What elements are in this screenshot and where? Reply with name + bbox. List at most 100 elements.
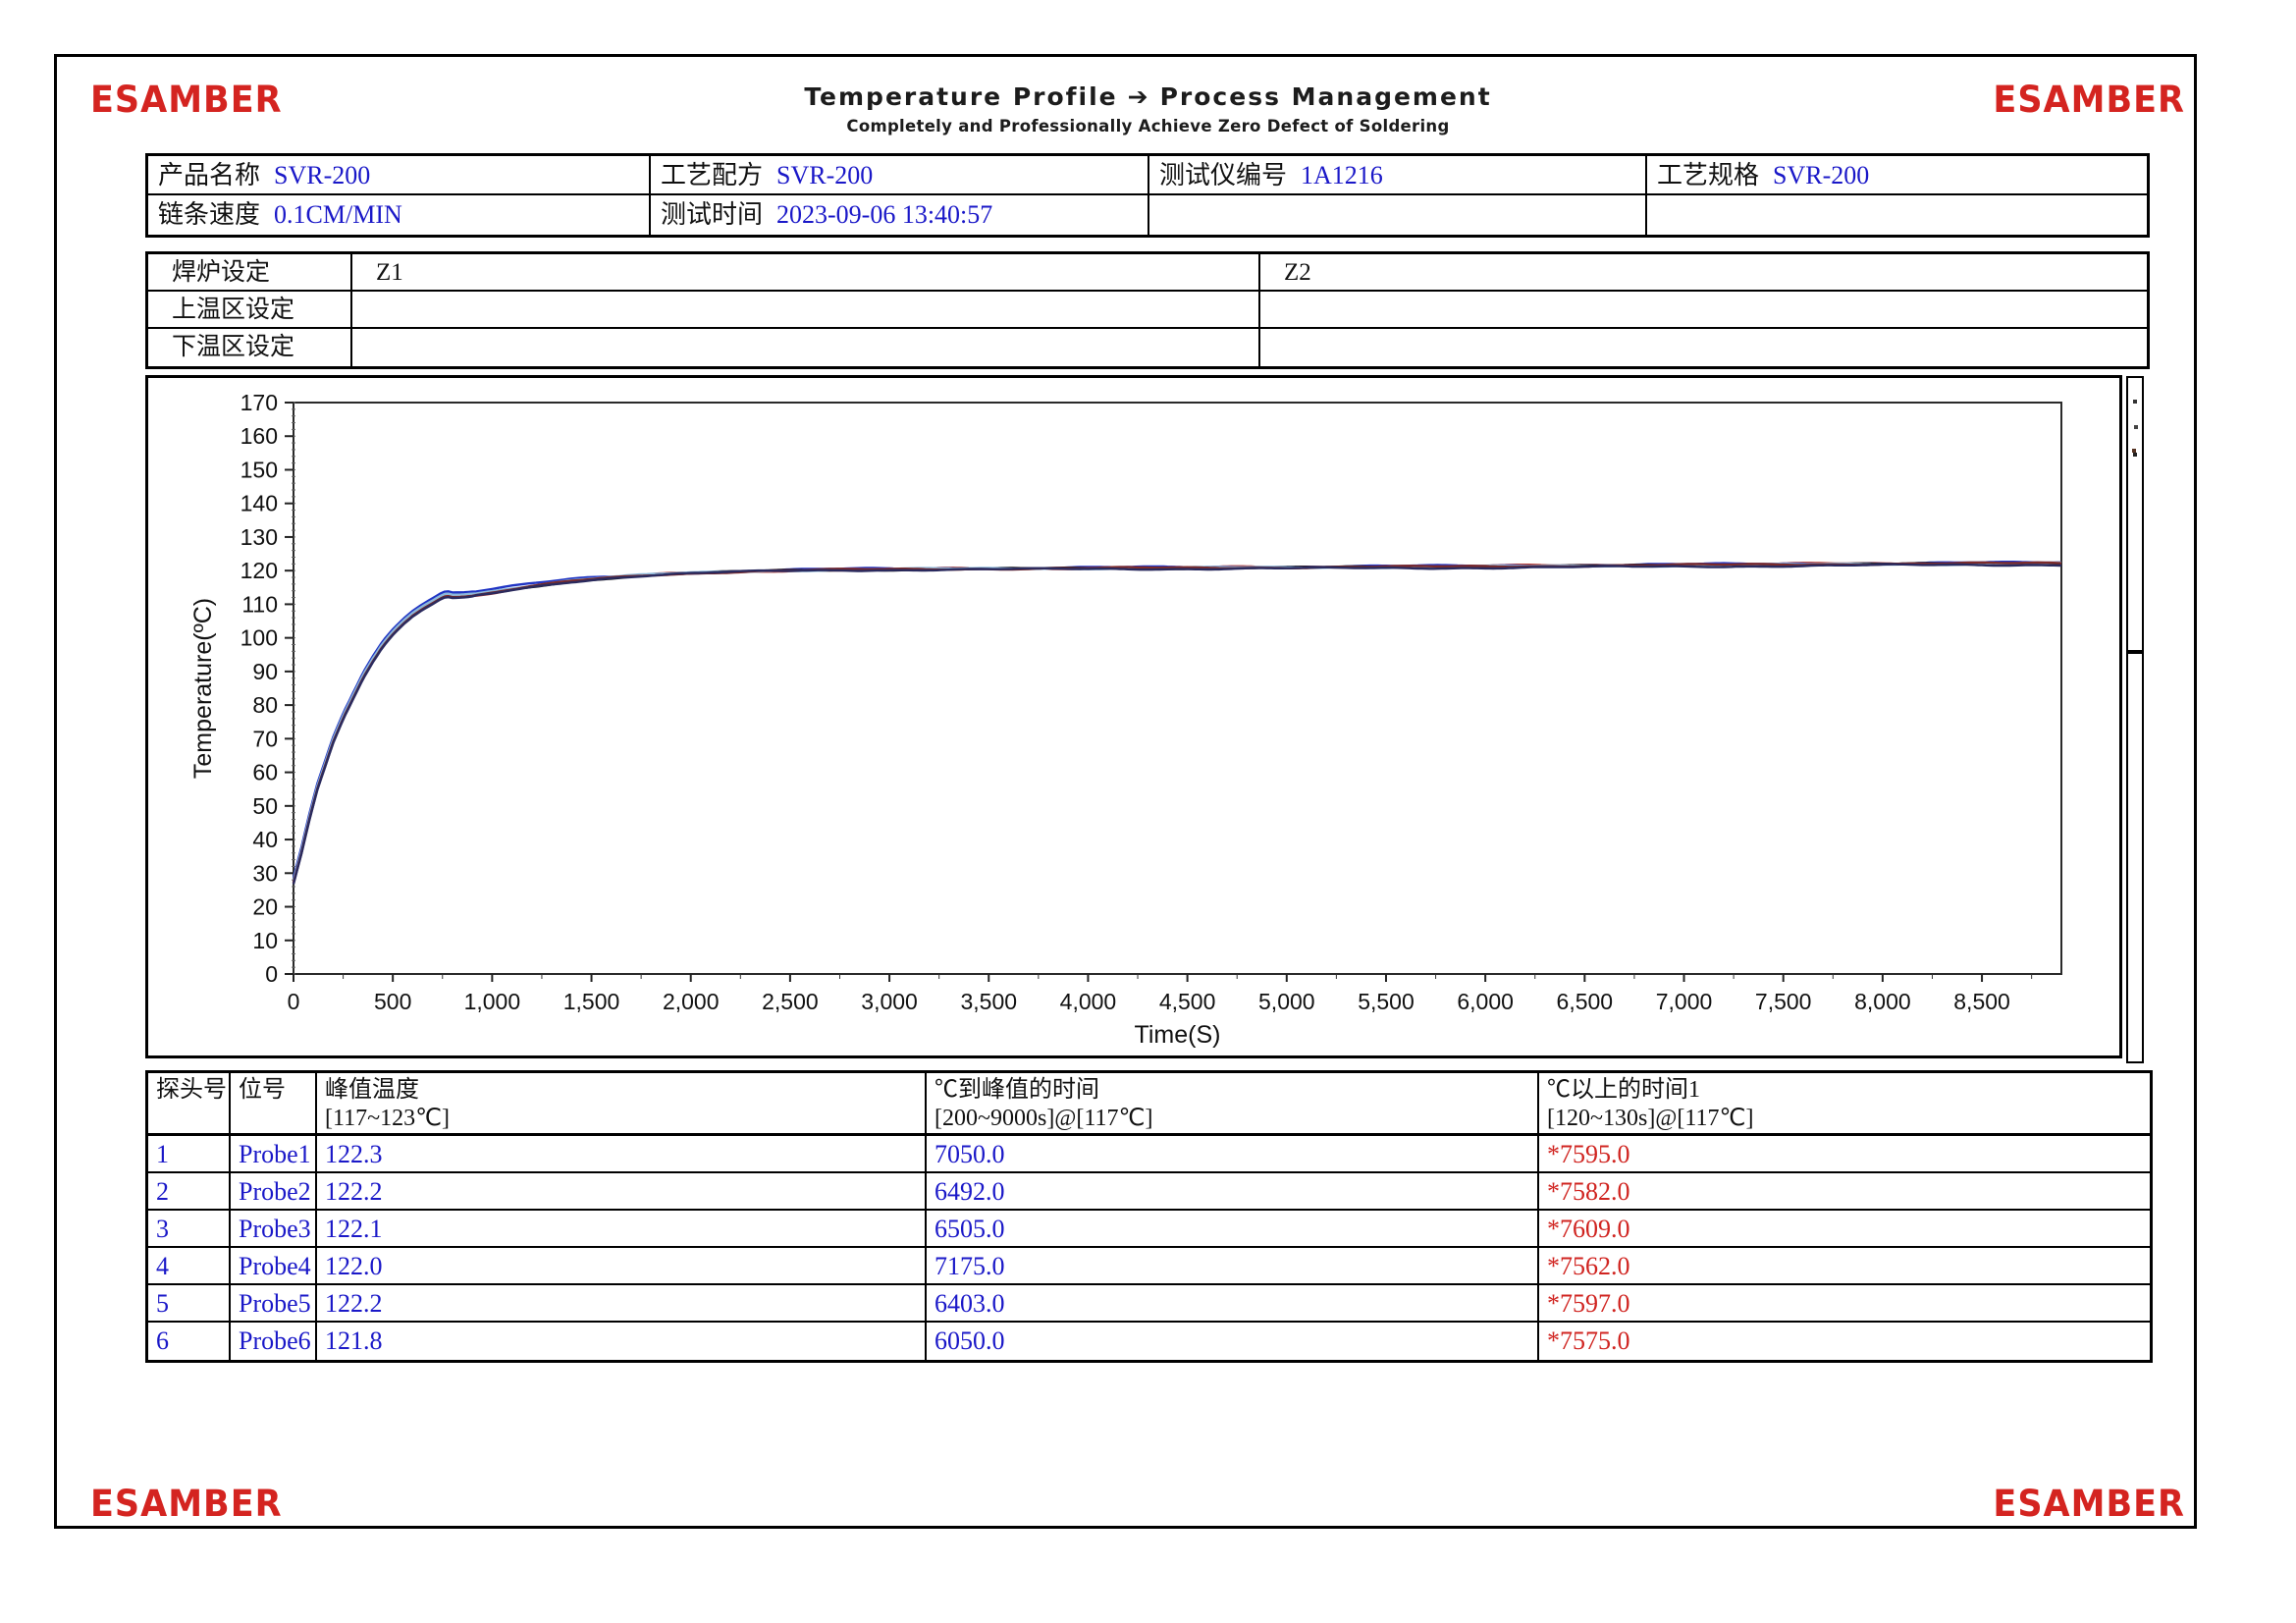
x-axis-label: Time(S) bbox=[1135, 1021, 1221, 1049]
probe-no: 2 bbox=[148, 1173, 231, 1211]
info-label: 产品名称 bbox=[158, 161, 260, 189]
probe-no: 6 bbox=[148, 1323, 231, 1360]
settings-zone-z2: Z2 bbox=[1260, 254, 2147, 292]
header-line: 位号 bbox=[239, 1076, 315, 1105]
col-header-time-above: ℃以上的时间1[120~130s]@[117℃] bbox=[1539, 1073, 2150, 1136]
settings-zone-z1: Z1 bbox=[352, 254, 1260, 292]
probe-results-table: 探头号 位号 峰值温度[117~123℃] ℃到峰值的时间[200~9000s]… bbox=[145, 1070, 2153, 1363]
settings-lower-z1-value bbox=[352, 329, 1260, 366]
settings-upper-z1-value bbox=[352, 292, 1260, 329]
brand-logo-bottom-left: ESAMBER bbox=[90, 1483, 283, 1525]
series-Probe4 bbox=[294, 563, 2061, 880]
arrow-right-icon: ➔ bbox=[1128, 82, 1150, 111]
info-label: 工艺规格 bbox=[1657, 161, 1759, 189]
info-label: 链条速度 bbox=[158, 200, 260, 229]
info-label: 测试时间 bbox=[661, 200, 763, 229]
info-cell-recipe: 工艺配方SVR-200 bbox=[651, 156, 1149, 195]
y-tick-label: 40 bbox=[252, 827, 278, 852]
y-tick-label: 130 bbox=[240, 524, 278, 550]
x-tick-label: 3,000 bbox=[861, 989, 918, 1014]
x-tick-label: 7,500 bbox=[1755, 989, 1812, 1014]
y-tick-label: 170 bbox=[240, 390, 278, 415]
peak-temp: 122.2 bbox=[317, 1173, 927, 1211]
time-above: *7575.0 bbox=[1539, 1323, 2150, 1360]
header-line: 峰值温度 bbox=[325, 1076, 925, 1105]
settings-label-upper-zone: 上温区设定 bbox=[148, 292, 352, 329]
col-header-peak-temp: 峰值温度[117~123℃] bbox=[317, 1073, 927, 1136]
header-line: [117~123℃] bbox=[325, 1105, 925, 1133]
x-tick-label: 6,000 bbox=[1457, 989, 1514, 1014]
x-tick-label: 2,000 bbox=[663, 989, 720, 1014]
probe-position: Probe4 bbox=[231, 1248, 317, 1285]
y-tick-label: 0 bbox=[265, 961, 278, 987]
series-Probe3 bbox=[294, 564, 2061, 884]
header-line: 探头号 bbox=[156, 1076, 229, 1105]
x-tick-label: 5,500 bbox=[1358, 989, 1415, 1014]
y-tick-label: 20 bbox=[252, 894, 278, 920]
x-tick-label: 7,000 bbox=[1656, 989, 1713, 1014]
x-tick-label: 5,000 bbox=[1258, 989, 1315, 1014]
peak-temp: 122.1 bbox=[317, 1211, 927, 1248]
col-header-time-to-peak: ℃到峰值的时间[200~9000s]@[117℃] bbox=[927, 1073, 1539, 1136]
settings-label-furnace: 焊炉设定 bbox=[148, 254, 352, 292]
page-title: Temperature Profile➔Process Management bbox=[804, 82, 1491, 111]
y-axis-label: Temperature(ºC) bbox=[189, 598, 217, 779]
col-header-probe-no: 探头号 bbox=[148, 1073, 231, 1136]
y-tick-label: 150 bbox=[240, 457, 278, 482]
x-tick-label: 0 bbox=[288, 989, 300, 1014]
x-tick-label: 6,500 bbox=[1557, 989, 1614, 1014]
time-to-peak: 6403.0 bbox=[927, 1285, 1539, 1323]
y-tick-label: 80 bbox=[252, 692, 278, 718]
peak-temp: 121.8 bbox=[317, 1323, 927, 1360]
y-tick-label: 30 bbox=[252, 860, 278, 886]
time-to-peak: 6492.0 bbox=[927, 1173, 1539, 1211]
time-to-peak: 7175.0 bbox=[927, 1248, 1539, 1285]
info-value: SVR-200 bbox=[274, 161, 370, 189]
info-value: 0.1CM/MIN bbox=[274, 200, 402, 229]
y-tick-label: 90 bbox=[252, 659, 278, 684]
time-above: *7597.0 bbox=[1539, 1285, 2150, 1323]
plot-frame bbox=[294, 403, 2061, 974]
header-line: ℃到峰值的时间 bbox=[934, 1076, 1537, 1105]
time-above: *7609.0 bbox=[1539, 1211, 2150, 1248]
x-tick-label: 4,000 bbox=[1060, 989, 1117, 1014]
probe-position: Probe6 bbox=[231, 1323, 317, 1360]
probe-position: Probe3 bbox=[231, 1211, 317, 1248]
x-tick-label: 500 bbox=[374, 989, 411, 1014]
legend-strip-top bbox=[2126, 376, 2144, 652]
info-cell-chain-speed: 链条速度 0.1CM/MIN bbox=[148, 195, 651, 235]
legend-strip-marks bbox=[2133, 400, 2137, 404]
settings-lower-z2-value bbox=[1260, 329, 2147, 366]
y-tick-label: 10 bbox=[252, 928, 278, 953]
series-Probe2 bbox=[294, 562, 2061, 878]
info-value: 2023-09-06 13:40:57 bbox=[776, 200, 992, 229]
time-to-peak: 7050.0 bbox=[927, 1136, 1539, 1173]
time-to-peak: 6505.0 bbox=[927, 1211, 1539, 1248]
y-tick-label: 140 bbox=[240, 491, 278, 516]
header-line: [200~9000s]@[117℃] bbox=[934, 1105, 1537, 1133]
info-cell-empty-2 bbox=[1647, 195, 2147, 235]
y-tick-label: 110 bbox=[241, 591, 278, 617]
col-header-position: 位号 bbox=[231, 1073, 317, 1136]
peak-temp: 122.0 bbox=[317, 1248, 927, 1285]
probe-no: 5 bbox=[148, 1285, 231, 1323]
probe-position: Probe5 bbox=[231, 1285, 317, 1323]
header-line: ℃以上的时间1 bbox=[1547, 1076, 2150, 1105]
page-subtitle: Completely and Professionally Achieve Ze… bbox=[846, 117, 1449, 135]
peak-temp: 122.2 bbox=[317, 1285, 927, 1323]
info-label: 工艺配方 bbox=[661, 161, 763, 189]
info-table: 产品名称SVR-200 工艺配方SVR-200 测试仪编号1A1216 工艺规格… bbox=[145, 153, 2150, 238]
temperature-chart: 0102030405060708090100110120130140150160… bbox=[145, 375, 2122, 1058]
page-title-left: Temperature Profile bbox=[804, 82, 1117, 111]
probe-no: 3 bbox=[148, 1211, 231, 1248]
x-tick-label: 8,000 bbox=[1854, 989, 1911, 1014]
y-tick-label: 160 bbox=[240, 423, 278, 449]
info-label: 测试仪编号 bbox=[1159, 161, 1287, 189]
time-above: *7562.0 bbox=[1539, 1248, 2150, 1285]
probe-position: Probe1 bbox=[231, 1136, 317, 1173]
x-tick-label: 8,500 bbox=[1953, 989, 2010, 1014]
settings-upper-z2-value bbox=[1260, 292, 2147, 329]
y-tick-label: 70 bbox=[252, 726, 278, 751]
series-Probe1 bbox=[294, 563, 2061, 883]
settings-label-lower-zone: 下温区设定 bbox=[148, 329, 352, 366]
